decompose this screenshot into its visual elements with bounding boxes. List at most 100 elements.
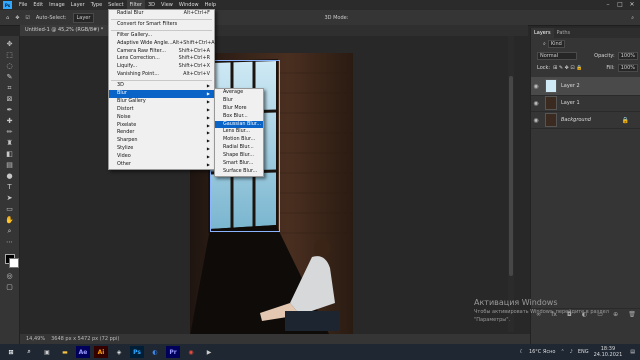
menu-type[interactable]: Type xyxy=(88,0,105,10)
file-explorer-icon[interactable]: ▬ xyxy=(58,346,72,358)
hand-tool-icon[interactable]: ✋ xyxy=(4,216,15,225)
illustrator-icon[interactable]: Ai xyxy=(94,346,108,358)
zoom-level[interactable]: 14,49% xyxy=(26,336,45,342)
visibility-eye-icon[interactable]: ◉ xyxy=(531,100,541,107)
tab-document[interactable]: Untitled-1 @ 45,2% (RGB/8#) * xyxy=(20,25,109,36)
close-icon[interactable]: ✕ xyxy=(626,0,638,10)
network-icon[interactable]: ⌃ xyxy=(560,349,564,355)
layer-row[interactable]: ◉ Layer 1 xyxy=(531,95,640,112)
chrome-icon[interactable]: ◉ xyxy=(184,346,198,358)
menu-item-vanishing-point[interactable]: Vanishing Point... Alt+Ctrl+V xyxy=(109,71,214,79)
screen-mode-icon[interactable]: ▢ xyxy=(4,283,15,292)
menu-item-shape-blur[interactable]: Shape Blur... xyxy=(215,152,263,160)
menu-item-smart-blur[interactable]: Smart Blur... xyxy=(215,160,263,168)
dodge-tool-icon[interactable]: ● xyxy=(4,172,15,181)
trash-icon[interactable]: 🗑 xyxy=(628,311,636,318)
menu-file[interactable]: File xyxy=(16,0,30,10)
menu-item-sharpen[interactable]: Sharpen ▶ xyxy=(109,137,214,145)
photoshop-icon[interactable]: Ps xyxy=(130,346,144,358)
menu-item-filter-gallery[interactable]: Filter Gallery... xyxy=(109,32,214,40)
edge-icon[interactable]: ◐ xyxy=(148,346,162,358)
visibility-eye-icon[interactable]: ◉ xyxy=(531,117,541,124)
path-select-tool-icon[interactable]: ➤ xyxy=(4,194,15,203)
premiere-icon[interactable]: Pr xyxy=(166,346,180,358)
media-player-icon[interactable]: ▶ xyxy=(202,346,216,358)
kind-dropdown[interactable]: Kind xyxy=(547,40,565,48)
lasso-tool-icon[interactable]: ◌ xyxy=(4,62,15,71)
scrollbar-thumb[interactable] xyxy=(509,76,513,276)
stamp-tool-icon[interactable]: ♜ xyxy=(4,139,15,148)
menu-item-distort[interactable]: Distort ▶ xyxy=(109,106,214,114)
auto-select-dropdown[interactable]: Layer xyxy=(72,12,95,23)
menu-item-gaussian-blur[interactable]: Gaussian Blur... xyxy=(215,120,263,129)
move-tool-icon[interactable]: ✥ xyxy=(15,15,19,21)
menu-item-liquify[interactable]: Liquify... Shift+Ctrl+X xyxy=(109,63,214,71)
quick-select-tool-icon[interactable]: ✎ xyxy=(4,73,15,82)
menu-item-radial-blur[interactable]: Radial Blur Alt+Ctrl+F xyxy=(109,10,214,18)
windows-start-icon[interactable]: ⊞ xyxy=(4,346,18,358)
menu-item-convert-smart-filters[interactable]: Convert for Smart Filters xyxy=(109,21,214,29)
menu-item-surface-blur[interactable]: Surface Blur... xyxy=(215,168,263,176)
menu-item-video[interactable]: Video ▶ xyxy=(109,153,214,161)
visibility-eye-icon[interactable]: ◉ xyxy=(531,83,541,90)
maximize-icon[interactable]: □ xyxy=(614,0,626,10)
after-effects-icon[interactable]: Ae xyxy=(76,346,90,358)
fill-field[interactable]: 100% xyxy=(617,64,638,72)
layer-row[interactable]: ◉ Layer 2 xyxy=(531,77,640,96)
language-indicator[interactable]: ENG xyxy=(578,349,589,355)
menu-item-3d[interactable]: 3D ▶ xyxy=(109,82,214,90)
home-icon[interactable]: ⌂ xyxy=(6,15,9,21)
eyedropper-tool-icon[interactable]: ✒ xyxy=(4,106,15,115)
menu-item-radial-blur-sub[interactable]: Radial Blur... xyxy=(215,144,263,152)
menu-item-stylize[interactable]: Stylize ▶ xyxy=(109,145,214,153)
weather-text[interactable]: 16°C Ясно xyxy=(529,349,556,355)
volume-icon[interactable]: ♪ xyxy=(570,349,573,355)
menu-item-blur[interactable]: Blur ▶ xyxy=(109,90,214,98)
menu-item-average[interactable]: Average xyxy=(215,89,263,97)
frame-tool-icon[interactable]: ⊠ xyxy=(4,95,15,104)
vertical-scrollbar[interactable] xyxy=(508,36,514,332)
move-tool-icon[interactable]: ✥ xyxy=(4,40,15,49)
clock[interactable]: 18:39 24.10.2021 xyxy=(594,346,623,358)
menu-layer[interactable]: Layer xyxy=(68,0,88,10)
menu-edit[interactable]: Edit xyxy=(30,0,46,10)
opacity-field[interactable]: 100% xyxy=(617,52,638,60)
marquee-tool-icon[interactable]: ⬚ xyxy=(4,51,15,60)
menu-item-render[interactable]: Render ▶ xyxy=(109,129,214,137)
menu-item-motion-blur[interactable]: Motion Blur... xyxy=(215,136,263,144)
gradient-tool-icon[interactable]: ▤ xyxy=(4,161,15,170)
tab-paths[interactable]: Paths xyxy=(554,28,574,38)
menu-item-pixelate[interactable]: Pixelate ▶ xyxy=(109,122,214,130)
app-icon[interactable]: ◈ xyxy=(112,346,126,358)
zoom-tool-icon[interactable]: ⌕ xyxy=(4,227,15,236)
tab-layers[interactable]: Layers xyxy=(531,28,554,38)
crop-tool-icon[interactable]: ⌗ xyxy=(4,84,15,93)
menu-item-camera-raw[interactable]: Camera Raw Filter... Shift+Ctrl+A xyxy=(109,48,214,56)
search-icon[interactable]: ⌕ xyxy=(631,15,634,21)
brush-tool-icon[interactable]: ✏ xyxy=(4,128,15,137)
menu-item-blur-more[interactable]: Blur More xyxy=(215,105,263,113)
menu-item-blur-gallery[interactable]: Blur Gallery ▶ xyxy=(109,98,214,106)
search-icon[interactable]: ⌕ xyxy=(22,346,36,358)
eraser-tool-icon[interactable]: ◧ xyxy=(4,150,15,159)
auto-select-checkbox[interactable]: ☑ xyxy=(25,15,29,21)
menu-item-lens-blur[interactable]: Lens Blur... xyxy=(215,128,263,136)
shape-tool-icon[interactable]: ▭ xyxy=(4,205,15,214)
menu-item-other[interactable]: Other ▶ xyxy=(109,161,214,169)
healing-brush-icon[interactable]: ✚ xyxy=(4,117,15,126)
blend-mode-dropdown[interactable]: Normal xyxy=(537,52,577,60)
background-color-swatch[interactable] xyxy=(9,258,19,268)
minimize-icon[interactable]: – xyxy=(602,0,614,10)
more-tools-icon[interactable]: ⋯ xyxy=(4,238,15,247)
menu-item-blur-simple[interactable]: Blur xyxy=(215,97,263,105)
menu-item-box-blur[interactable]: Box Blur... xyxy=(215,113,263,121)
new-layer-icon[interactable]: ⊕ xyxy=(613,311,618,318)
menu-image[interactable]: Image xyxy=(46,0,68,10)
type-tool-icon[interactable]: T xyxy=(4,183,15,192)
quick-mask-icon[interactable]: ◎ xyxy=(4,272,15,281)
layer-row[interactable]: ◉ Background 🔒 xyxy=(531,112,640,129)
menu-item-lens-correction[interactable]: Lens Correction... Shift+Ctrl+R xyxy=(109,55,214,63)
notifications-icon[interactable]: ▤ xyxy=(630,349,635,355)
task-view-icon[interactable]: ▣ xyxy=(40,346,54,358)
lock-icons[interactable]: ⊞ ✎ ✥ ⊡ 🔒 xyxy=(553,65,582,71)
